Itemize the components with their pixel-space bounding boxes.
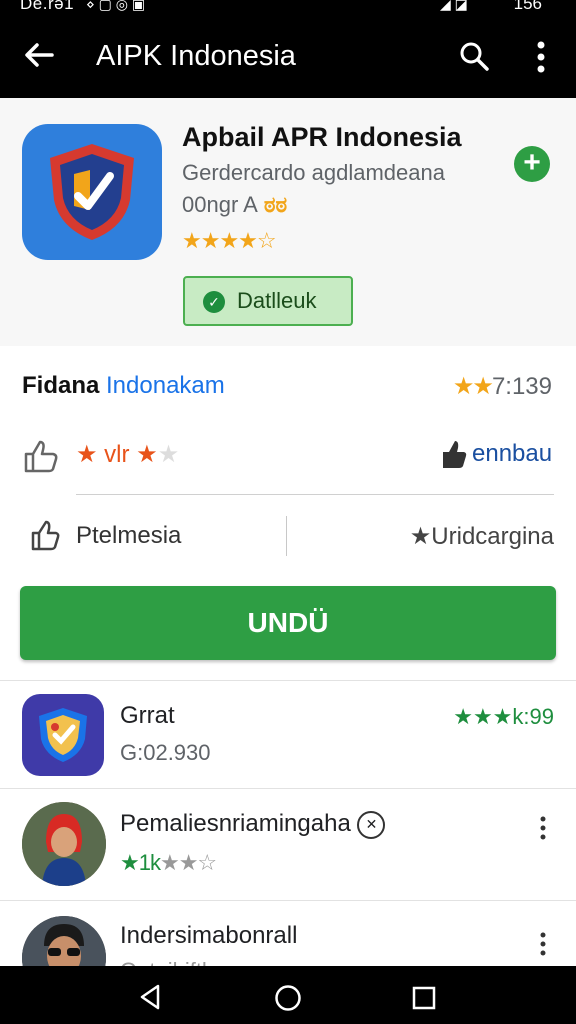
age-rating: 00ngr A ಠಠ — [182, 192, 287, 218]
rating-score: ★★7:139 — [453, 372, 552, 401]
divider — [76, 494, 554, 495]
header-stars: ★★★★☆ — [182, 228, 277, 253]
check-icon: ✓ — [203, 291, 225, 313]
rating-score-stars: ★★ — [452, 373, 494, 400]
list-item-name: Indersimabonrall — [120, 922, 298, 949]
verified-icon: ✕ — [357, 810, 386, 839]
list-item-name-text: Pemaliesnriamingaha — [120, 810, 351, 837]
list-item-name: Grrat — [120, 702, 175, 729]
wifi-icon: ◢ ◪ — [440, 0, 468, 12]
battery-text: 156 — [513, 0, 542, 13]
recents-square-icon[interactable] — [412, 986, 436, 1010]
app-icon — [22, 124, 162, 260]
like-stars-empty: ★ — [157, 441, 180, 468]
list-item-stars-filled: ★1k — [120, 850, 161, 875]
back-arrow-icon[interactable] — [22, 38, 56, 72]
developer-name[interactable]: Gerdercardo agdlamdeana — [182, 160, 445, 186]
overflow-menu-icon[interactable] — [528, 38, 554, 76]
list-item-sub: Oetaibifth — [120, 958, 214, 966]
add-button[interactable]: + — [514, 146, 550, 182]
status-bar: De.rə1 ⋄ ▢ ◎ ▣ ◢ ◪ 156 — [0, 0, 576, 18]
vertical-divider — [286, 516, 287, 556]
thumb-label[interactable]: ennbau — [472, 440, 552, 468]
search-icon[interactable] — [458, 40, 490, 72]
rating-filter-label[interactable]: ★Uridcargina — [410, 522, 554, 551]
app-bar: AIPK Indonesia — [0, 18, 576, 98]
status-left-text: De.rə1 — [20, 0, 75, 13]
list-item-stars-empty: ★★☆ — [159, 850, 217, 875]
download-badge-label: Datlleuk — [237, 288, 317, 313]
rating-title-part1: Fidana — [22, 372, 100, 399]
shield-icon — [50, 144, 134, 240]
review-label[interactable]: Ptelmesia — [76, 522, 181, 550]
shield-icon — [39, 708, 87, 762]
like-stars-filled: ★ vlr ★ — [76, 441, 158, 468]
thumb-up-icon[interactable] — [440, 438, 468, 470]
navigation-bar — [0, 966, 576, 1024]
signal-icon: ⋄ ▢ ◎ ▣ — [86, 0, 146, 12]
back-triangle-icon[interactable] — [138, 984, 162, 1010]
age-rating-text: 00ngr A — [182, 192, 258, 217]
install-button[interactable]: UNDÜ — [20, 586, 556, 660]
header-rating-stars: ★★★★☆ — [182, 228, 277, 254]
rating-score-text: 7:139 — [491, 373, 552, 400]
list-item[interactable]: Grrat G:02.930 ★★★k:99 — [0, 680, 576, 788]
like-stars: ★ vlr ★★ — [76, 440, 179, 469]
download-badge[interactable]: ✓ Datlleuk — [183, 276, 353, 326]
thumb-up-outline-icon[interactable] — [30, 518, 62, 552]
rating-title-part2[interactable]: Indonakam — [106, 372, 225, 399]
more-options-icon[interactable] — [538, 816, 548, 840]
list-item-stars: ★1k★★☆ — [120, 850, 217, 876]
list-item[interactable]: Indersimabonrall Oetaibifth — [0, 900, 576, 966]
list-item-sub: G:02.930 — [120, 740, 211, 765]
list-item[interactable]: Pemaliesnriamingaha ✕ ★1k★★☆ — [0, 788, 576, 900]
more-options-icon[interactable] — [538, 932, 548, 956]
rating-title: Fidana Indonakam — [22, 372, 225, 400]
list-app-icon — [22, 694, 104, 776]
person-avatar-icon — [22, 916, 106, 966]
like-icon[interactable] — [22, 438, 60, 474]
age-rating-badge: ಠಠ — [263, 192, 288, 217]
avatar — [22, 916, 106, 966]
home-circle-icon[interactable] — [274, 984, 302, 1012]
page-title: AIPK Indonesia — [96, 40, 296, 72]
avatar — [22, 802, 106, 886]
person-avatar-icon — [22, 802, 106, 886]
app-name: Apbail APR Indonesia — [182, 122, 462, 152]
app-header: Apbail APR Indonesia Gerdercardo agdlamd… — [0, 98, 576, 346]
list-item-name: Pemaliesnriamingaha ✕ — [120, 810, 386, 839]
list-item-score: ★★★k:99 — [453, 704, 554, 729]
